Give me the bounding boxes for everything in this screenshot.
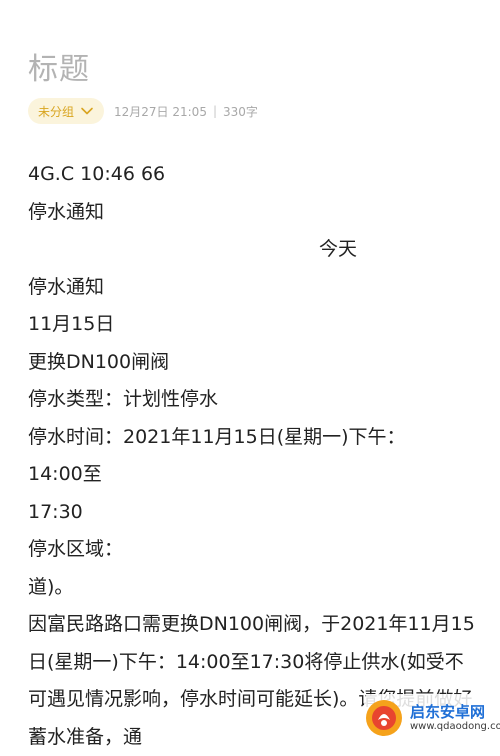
watermark-title: 启东安卓网: [410, 703, 486, 722]
content-line: 停水通知: [28, 275, 105, 298]
content-line: 今天: [318, 238, 357, 260]
note-meta: 未分组 12月27日 21:05 | 330字: [28, 98, 258, 124]
meta-separator: |: [212, 104, 217, 118]
content-line: 停水时间：2021年11月15日(星期一)下午：: [28, 425, 406, 448]
qidong-logo-icon: [366, 700, 402, 736]
content-line: 停水通知: [28, 200, 105, 223]
note-info: 12月27日 21:05 | 330字: [114, 103, 258, 120]
note-body[interactable]: 4G.C 10:46 66 停水通知 今天 停水通知 11月15日 更换DN10…: [28, 156, 478, 756]
content-line: 道)。: [28, 575, 74, 598]
watermark-url: www.qdaodong.com: [410, 720, 500, 732]
group-selector[interactable]: 未分组: [28, 98, 105, 124]
group-label: 未分组: [38, 104, 75, 119]
content-line: 14:00至: [28, 463, 102, 485]
content-line: 停水类型：计划性停水: [28, 388, 219, 410]
content-line: 停水区域：: [28, 538, 124, 560]
note-title[interactable]: 标题: [28, 44, 90, 88]
chevron-down-icon: [81, 107, 93, 115]
word-count: 330字: [223, 104, 258, 119]
watermark: 启东安卓网 www.qdaodong.com: [364, 694, 500, 742]
content-line: 4G.C 10:46 66: [28, 163, 166, 185]
note-date: 12月27日 21:05: [114, 104, 207, 119]
content-line: 更换DN100闸阀: [28, 350, 170, 373]
content-line: 17:30: [28, 500, 83, 523]
content-line: 11月15日: [28, 313, 115, 335]
